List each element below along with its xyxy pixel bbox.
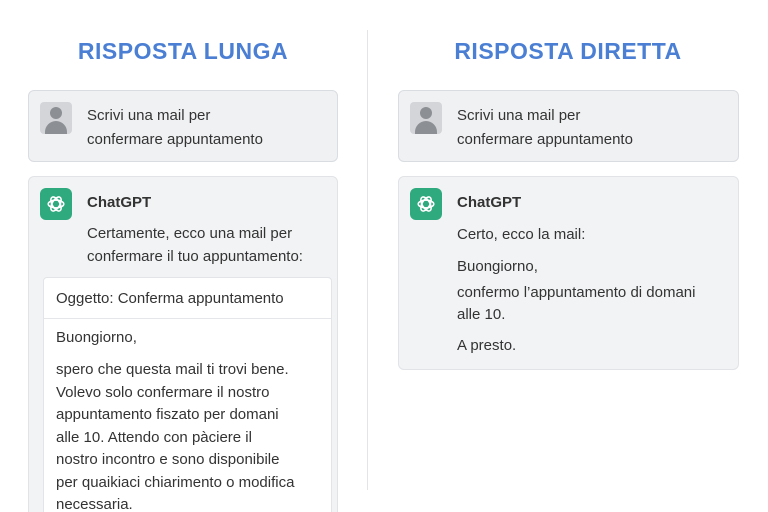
right-column-title: RISPOSTA DIRETTA — [454, 38, 682, 64]
chatgpt-logo-icon — [410, 188, 442, 220]
email-body-line: per quaikiaci chiarimento o modifica — [56, 473, 295, 491]
email-subject-row: Oggetto: Conferma appuntamento — [44, 278, 331, 319]
left-prompt-line-1: Scrivi una mail per — [87, 107, 211, 124]
left-chatgpt-reply-card: ChatGPT Certamente, ecco una mail per co… — [28, 176, 338, 512]
right-reply-line-3-cont: alle 10. — [457, 306, 506, 323]
email-greeting: Buongiorno, — [56, 329, 137, 346]
user-avatar-icon — [410, 102, 442, 134]
user-avatar-icon — [40, 102, 72, 134]
email-body-line: necessaria. — [56, 496, 133, 512]
right-reply-line-4: A presto. — [457, 337, 517, 354]
left-prompt-line-2: confermare appuntamento — [87, 131, 263, 148]
right-reply-line-1: Certo, ecco la mail: — [457, 226, 586, 243]
email-subject: Oggetto: Conferma appuntamento — [56, 290, 284, 307]
comparison-canvas: RISPOSTA LUNGA Scrivi una mail per confe… — [0, 0, 768, 512]
right-chatgpt-reply-card: ChatGPT Certo, ecco la mail: Buongiorno,… — [398, 176, 739, 370]
left-reply-intro-2: confermare il tuo appuntamento: — [87, 248, 303, 265]
left-chatgpt-name: ChatGPT — [87, 194, 152, 211]
left-user-prompt-card: Scrivi una mail per confermare appuntame… — [28, 90, 338, 162]
right-reply-line-2: Buongiorno, — [457, 258, 538, 275]
right-prompt-line-2: confermare appuntamento — [457, 131, 633, 148]
left-reply-intro-1: Certamente, ecco una mail per — [87, 225, 293, 242]
left-column-title: RISPOSTA LUNGA — [77, 38, 289, 64]
right-chatgpt-name: ChatGPT — [457, 194, 522, 211]
right-reply-line-3: confermo l’appuntamento di domani — [457, 284, 696, 301]
email-body-line: spero che questa mail ti trovi bene. — [56, 361, 289, 378]
email-body-line: alle 10. Attendo con pàciere il — [56, 428, 252, 446]
email-body-line: nostro incontro e sono disponibile — [56, 451, 280, 468]
column-divider — [367, 30, 368, 490]
email-body-line: Volevo solo confermare il nostro — [56, 383, 270, 401]
email-preview-box: Oggetto: Conferma appuntamento Buongiorn… — [43, 277, 332, 512]
chatgpt-logo-icon — [40, 188, 72, 220]
right-user-prompt-card: Scrivi una mail per confermare appuntame… — [398, 90, 739, 162]
right-prompt-line-1: Scrivi una mail per — [457, 107, 581, 124]
email-body-line: appuntamento fiszato per domani — [56, 406, 279, 423]
